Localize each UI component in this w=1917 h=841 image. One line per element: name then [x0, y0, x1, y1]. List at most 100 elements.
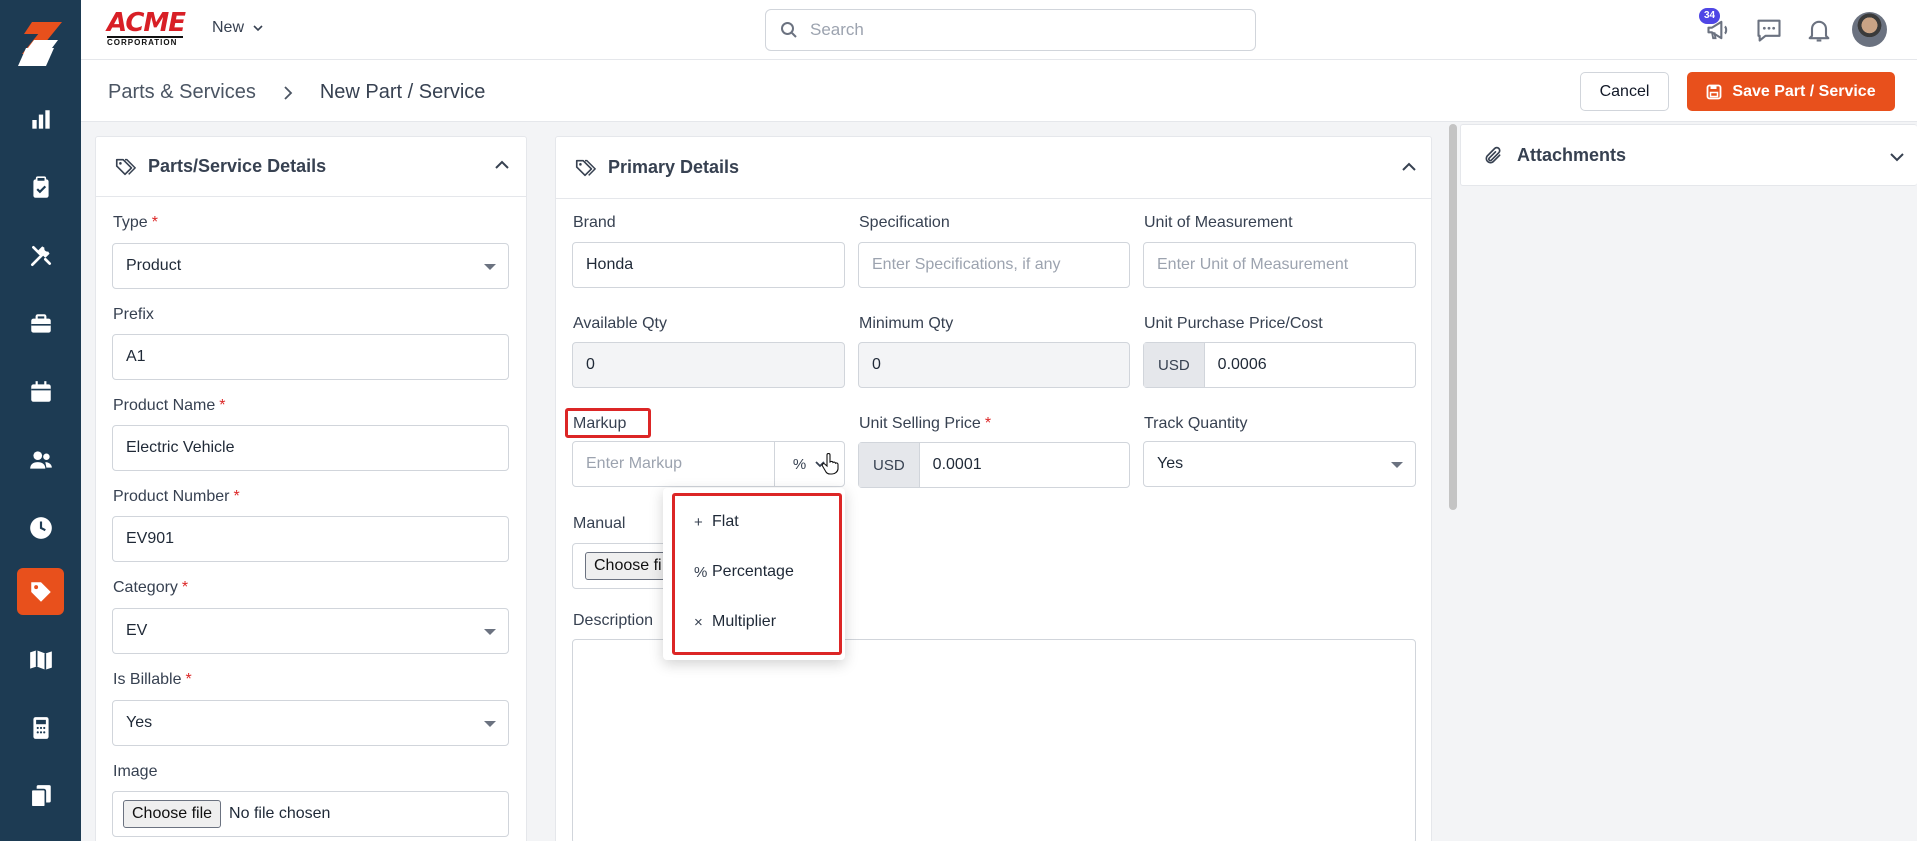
app-logo-icon[interactable]	[18, 20, 64, 68]
panel-title: Primary Details	[608, 157, 740, 177]
specification-label: Specification	[859, 214, 950, 231]
choose-file-button[interactable]: Choose fi	[585, 552, 671, 580]
breadcrumb: Parts & Services New Part / Service	[108, 81, 485, 104]
caret-down-icon	[484, 721, 496, 727]
unit-cost-label: Unit Purchase Price/Cost	[1144, 315, 1323, 332]
chevron-right-icon	[284, 85, 293, 100]
cancel-button[interactable]: Cancel	[1580, 72, 1669, 111]
panel-title: Parts/Service Details	[148, 156, 327, 176]
specification-input[interactable]: Enter Specifications, if any	[858, 242, 1130, 288]
chevron-up-icon[interactable]	[492, 155, 512, 175]
file-status: No file chosen	[229, 805, 331, 822]
unit-selling-price-label: Unit Selling Price *	[859, 415, 992, 432]
type-label: Type *	[113, 214, 158, 231]
tags-icon	[115, 158, 136, 175]
sidebar-item-parts-services[interactable]	[17, 568, 64, 615]
is-billable-label: Is Billable *	[113, 671, 192, 688]
caret-down-icon	[484, 629, 496, 635]
sidebar-item-documents[interactable]	[17, 772, 64, 819]
type-select[interactable]: Product	[112, 243, 509, 289]
product-name-input[interactable]: Electric Vehicle	[112, 425, 509, 471]
search-icon	[781, 22, 797, 38]
sidebar-item-work-orders[interactable]	[17, 164, 64, 211]
sidebar-item-invoices[interactable]	[17, 704, 64, 751]
tags-icon	[575, 159, 596, 176]
image-label: Image	[113, 763, 158, 780]
minimum-qty-label: Minimum Qty	[859, 315, 954, 332]
percent-icon: %	[792, 455, 807, 473]
product-number-input[interactable]: EV901	[112, 516, 509, 562]
track-quantity-label: Track Quantity	[1144, 415, 1248, 432]
image-file-input[interactable]: Choose file No file chosen	[112, 791, 509, 837]
product-number-label: Product Number *	[113, 488, 240, 505]
sidebar-item-customers[interactable]	[17, 436, 64, 483]
description-textarea[interactable]	[572, 639, 1416, 841]
attachments-panel[interactable]: Attachments	[1460, 124, 1917, 186]
markup-label-highlight	[565, 408, 651, 438]
save-icon	[1706, 84, 1722, 99]
new-label: New	[212, 19, 245, 36]
choose-file-button[interactable]: Choose file	[123, 800, 222, 828]
tag-icon	[30, 581, 51, 602]
avatar[interactable]	[1852, 12, 1887, 47]
unit-of-measurement-label: Unit of Measurement	[1144, 214, 1293, 231]
attachments-title: Attachments	[1517, 145, 1627, 165]
sidebar-item-calendar[interactable]	[17, 368, 64, 415]
description-label: Description	[573, 612, 654, 629]
category-select[interactable]: EV	[112, 608, 509, 654]
sidebar-item-reports[interactable]	[17, 96, 64, 143]
save-label: Save Part / Service	[1732, 82, 1876, 100]
map-icon	[29, 649, 52, 670]
clipboard-check-icon	[32, 175, 49, 198]
bar-chart-icon	[31, 109, 50, 129]
company-logo[interactable]: ACME CORPORATION	[107, 10, 187, 47]
hand-cursor-icon	[821, 453, 839, 475]
wrench-screwdriver-icon	[30, 245, 51, 266]
sidebar-item-map[interactable]	[17, 636, 64, 683]
unit-selling-price-input[interactable]: USD 0.0001	[858, 442, 1130, 488]
sidebar	[0, 0, 81, 841]
markup-menu-highlight	[672, 493, 842, 655]
sidebar-item-timesheets[interactable]	[17, 504, 64, 551]
search-input[interactable]	[810, 20, 1230, 40]
clock-icon	[29, 516, 52, 539]
panel-header[interactable]: Primary Details	[556, 137, 1431, 199]
save-part-service-button[interactable]: Save Part / Service	[1687, 72, 1895, 111]
markup-input[interactable]: Enter Markup %	[572, 441, 845, 487]
available-qty-label: Available Qty	[573, 315, 667, 332]
prefix-label: Prefix	[113, 306, 154, 323]
currency-prefix: USD	[1144, 343, 1205, 387]
page-header: Parts & Services New Part / Service Canc…	[81, 60, 1917, 122]
global-search[interactable]	[765, 9, 1256, 51]
breadcrumb-parts-services[interactable]: Parts & Services	[108, 81, 256, 104]
scrollbar-thumb[interactable]	[1449, 124, 1457, 510]
chevron-down-icon	[253, 25, 263, 32]
panel-header[interactable]: Parts/Service Details	[96, 137, 526, 197]
currency-prefix: USD	[859, 443, 920, 487]
notification-badge: 34	[1699, 8, 1721, 24]
chat-icon[interactable]	[1755, 16, 1783, 44]
brand-label: Brand	[573, 214, 616, 231]
paperclip-icon	[1485, 146, 1501, 163]
sidebar-item-tools[interactable]	[17, 232, 64, 279]
sidebar-item-jobs[interactable]	[17, 300, 64, 347]
unit-of-measurement-input[interactable]: Enter Unit of Measurement	[1143, 242, 1416, 288]
briefcase-icon	[30, 313, 51, 333]
track-quantity-select[interactable]: Yes	[1143, 441, 1416, 487]
chevron-up-icon[interactable]	[1399, 157, 1419, 177]
category-label: Category *	[113, 579, 189, 596]
caret-down-icon	[484, 264, 496, 270]
brand-input[interactable]: Honda	[572, 242, 845, 288]
attachments-header: Attachments	[1483, 145, 1626, 166]
bell-icon[interactable]	[1805, 16, 1833, 44]
prefix-input[interactable]: A1	[112, 334, 509, 380]
minimum-qty-input[interactable]: 0	[858, 342, 1130, 388]
page-title: New Part / Service	[319, 81, 486, 103]
product-name-label: Product Name *	[113, 397, 226, 414]
chevron-down-icon[interactable]	[1887, 147, 1907, 167]
new-menu-button[interactable]: New	[212, 19, 264, 37]
manual-label: Manual	[573, 515, 626, 532]
caret-down-icon	[1391, 462, 1403, 468]
unit-cost-input[interactable]: USD 0.0006	[1143, 342, 1416, 388]
is-billable-select[interactable]: Yes	[112, 700, 509, 746]
